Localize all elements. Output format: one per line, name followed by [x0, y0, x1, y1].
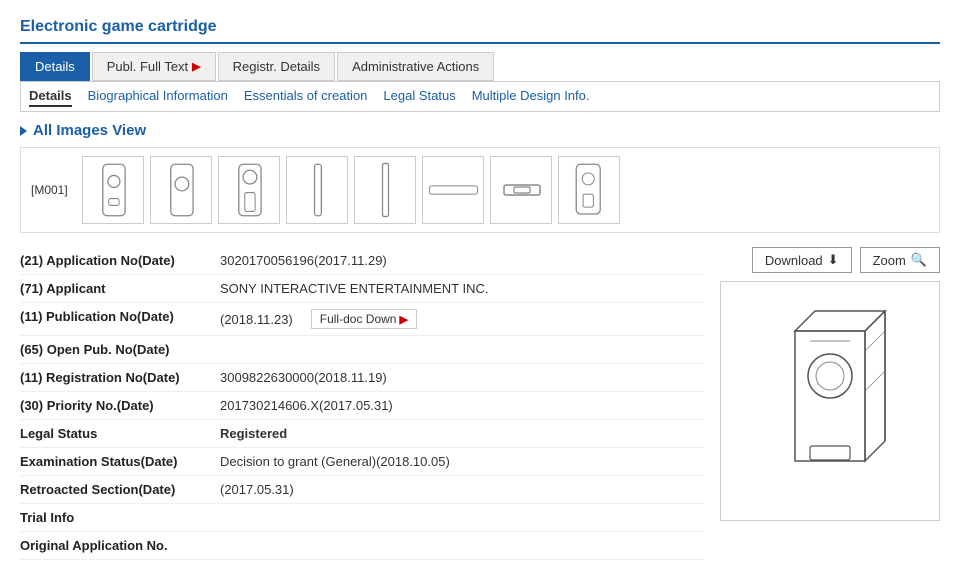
field-row-retroacted: Retroacted Section(Date) (2017.05.31) [20, 476, 704, 504]
label-pub-no: (11) Publication No(Date) [20, 309, 220, 324]
value-pub-no: (2018.11.23) Full-doc Down ▶ [220, 309, 704, 329]
subtab-legal-status[interactable]: Legal Status [383, 86, 455, 107]
page-title: Electronic game cartridge [20, 10, 940, 44]
field-row-pub-no: (11) Publication No(Date) (2018.11.23) F… [20, 303, 704, 336]
value-reg-no: 3009822630000(2018.11.19) [220, 370, 704, 385]
field-row-trial-info: Trial Info [20, 504, 704, 532]
field-row-priority-no: (30) Priority No.(Date) 201730214606.X(2… [20, 392, 704, 420]
tab-admin-actions[interactable]: Administrative Actions [337, 52, 494, 81]
download-button[interactable]: Download ⬇ [752, 247, 852, 273]
download-icon: ⬇ [828, 252, 839, 268]
subtab-bio-info[interactable]: Biographical Information [88, 86, 228, 107]
pdf-icon-full-doc: ▶ [399, 313, 407, 326]
label-retroacted: Retroacted Section(Date) [20, 482, 220, 497]
field-row-reg-no: (11) Registration No(Date) 3009822630000… [20, 364, 704, 392]
field-row-exam-status: Examination Status(Date) Decision to gra… [20, 448, 704, 476]
all-images-section-title: All Images View [20, 122, 940, 139]
field-row-open-pub: (65) Open Pub. No(Date) [20, 336, 704, 364]
content-area: (21) Application No(Date) 3020170056196(… [20, 247, 940, 560]
value-applicant: SONY INTERACTIVE ENTERTAINMENT INC. [220, 281, 704, 296]
patent-drawing-svg [740, 291, 920, 511]
subtab-essentials[interactable]: Essentials of creation [244, 86, 368, 107]
value-legal-status: Registered [220, 426, 704, 441]
label-app-no: (21) Application No(Date) [20, 253, 220, 268]
zoom-icon: 🔍 [911, 252, 927, 268]
zoom-button[interactable]: Zoom 🔍 [860, 247, 940, 273]
thumbnail-4 [286, 156, 348, 224]
label-reg-no: (11) Registration No(Date) [20, 370, 220, 385]
thumbnail-1 [82, 156, 144, 224]
label-orig-app-no: Original Application No. [20, 538, 220, 553]
thumbnail-7 [490, 156, 552, 224]
images-row: [M001] [20, 147, 940, 233]
label-legal-status: Legal Status [20, 426, 220, 441]
label-trial-info: Trial Info [20, 510, 220, 525]
thumbnail-3 [218, 156, 280, 224]
field-row-applicant: (71) Applicant SONY INTERACTIVE ENTERTAI… [20, 275, 704, 303]
thumbnail-2 [150, 156, 212, 224]
tab-registr-details[interactable]: Registr. Details [218, 52, 335, 81]
action-buttons: Download ⬇ Zoom 🔍 [720, 247, 940, 273]
right-panel: Download ⬇ Zoom 🔍 [720, 247, 940, 560]
label-exam-status: Examination Status(Date) [20, 454, 220, 469]
subtab-details[interactable]: Details [29, 86, 72, 107]
thumbnail-6 [422, 156, 484, 224]
triangle-icon [20, 126, 27, 136]
patent-drawing [720, 281, 940, 521]
field-row-app-no: (21) Application No(Date) 3020170056196(… [20, 247, 704, 275]
label-priority-no: (30) Priority No.(Date) [20, 398, 220, 413]
value-app-no: 3020170056196(2017.11.29) [220, 253, 704, 268]
subtab-multiple-design[interactable]: Multiple Design Info. [472, 86, 590, 107]
main-tabs: Details Publ. Full Text ▶ Registr. Detai… [20, 52, 940, 81]
thumbnail-8 [558, 156, 620, 224]
sub-tabs-bar: Details Biographical Information Essenti… [20, 81, 940, 112]
value-retroacted: (2017.05.31) [220, 482, 704, 497]
fields-table: (21) Application No(Date) 3020170056196(… [20, 247, 704, 560]
value-priority-no: 201730214606.X(2017.05.31) [220, 398, 704, 413]
pdf-icon: ▶ [192, 60, 200, 73]
thumbnail-5 [354, 156, 416, 224]
value-exam-status: Decision to grant (General)(2018.10.05) [220, 454, 704, 469]
tab-details[interactable]: Details [20, 52, 90, 81]
field-row-legal-status: Legal Status Registered [20, 420, 704, 448]
full-doc-button[interactable]: Full-doc Down ▶ [311, 309, 417, 329]
page-wrapper: Electronic game cartridge Details Publ. … [0, 0, 960, 570]
field-row-orig-app-no: Original Application No. [20, 532, 704, 560]
label-open-pub: (65) Open Pub. No(Date) [20, 342, 220, 357]
label-applicant: (71) Applicant [20, 281, 220, 296]
m001-label: [M001] [31, 183, 76, 197]
tab-publ-full-text[interactable]: Publ. Full Text ▶ [92, 52, 216, 81]
